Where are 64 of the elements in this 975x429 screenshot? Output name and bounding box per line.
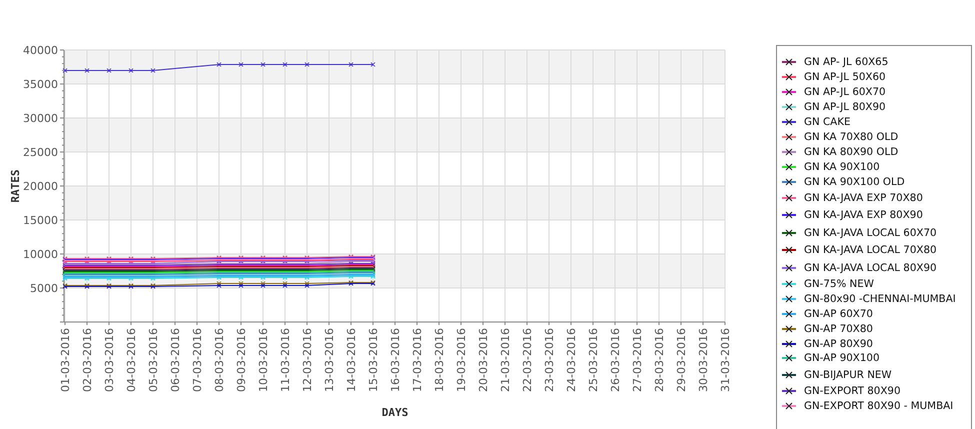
x-tick-label: 21-03-2016 — [499, 328, 512, 392]
legend-label: GN-AP 70X80 — [804, 322, 873, 335]
x-tick-label: 03-03-2016 — [103, 328, 116, 392]
x-tick-label: 25-03-2016 — [587, 328, 600, 392]
y-axis-title: RATES — [9, 169, 22, 203]
x-tick-label: 28-03-2016 — [653, 328, 666, 392]
legend-label: GN KA 70X80 OLD — [804, 130, 898, 143]
y-tick-label: 25000 — [23, 146, 58, 159]
x-tick-label: 27-03-2016 — [631, 328, 644, 392]
x-tick-label: 20-03-2016 — [477, 328, 490, 392]
y-tick-label: 15000 — [23, 214, 58, 227]
x-tick-label: 22-03-2016 — [521, 328, 534, 392]
x-tick-label: 02-03-2016 — [81, 328, 94, 392]
x-tick-label: 15-03-2016 — [367, 328, 380, 392]
x-tick-label: 31-03-2016 — [719, 328, 732, 392]
legend-label: GN KA-JAVA EXP 80X90 — [804, 209, 923, 222]
legend-label: GN-75% NEW — [804, 278, 874, 290]
y-tick-label: 20000 — [23, 180, 58, 193]
legend-label: GN KA-JAVA LOCAL 60X70 — [804, 226, 937, 239]
y-tick-label: 5000 — [30, 282, 58, 295]
x-tick-label: 18-03-2016 — [433, 328, 446, 392]
x-tick-label: 30-03-2016 — [697, 328, 710, 392]
x-tick-label: 19-03-2016 — [455, 328, 468, 392]
x-tick-label: 04-03-2016 — [125, 328, 138, 392]
legend-label: GN-AP 80X90 — [804, 338, 873, 350]
x-tick-label: 12-03-2016 — [301, 328, 314, 392]
y-tick-label: 10000 — [23, 248, 58, 261]
legend-label: GN-EXPORT 80X90 - MUMBAI — [804, 400, 954, 412]
x-tick-label: 13-03-2016 — [323, 328, 336, 392]
x-tick-label: 16-03-2016 — [389, 328, 402, 392]
legend-label: GN KA-JAVA LOCAL 80X90 — [804, 262, 937, 274]
legend-label: GN KA 90X100 OLD — [804, 176, 905, 188]
x-tick-label: 14-03-2016 — [345, 328, 358, 392]
y-tick-label: 35000 — [23, 78, 58, 91]
legend-label: GN KA-JAVA LOCAL 70X80 — [804, 244, 937, 256]
legend-label: GN AP-JL 50X60 — [804, 71, 886, 84]
legend-label: GN KA 90X100 — [804, 160, 880, 173]
x-tick-label: 26-03-2016 — [609, 328, 622, 392]
legend-label: GN-AP 60X70 — [804, 308, 873, 320]
legend-label: GN CAKE — [804, 116, 850, 128]
x-tick-label: 01-03-2016 — [59, 328, 72, 392]
x-tick-label: 29-03-2016 — [675, 328, 688, 392]
legend-label: GN-80x90 -CHENNAI-MUMBAI — [804, 292, 956, 305]
legend-label: GN-EXPORT 80X90 — [804, 384, 900, 397]
x-tick-label: 11-03-2016 — [279, 328, 292, 392]
x-tick-label: 23-03-2016 — [543, 328, 556, 392]
x-tick-label: 05-03-2016 — [147, 328, 160, 392]
legend-label: GN AP- JL 60X65 — [804, 56, 888, 68]
legend-label: GN KA 80X90 OLD — [804, 146, 898, 158]
x-tick-label: 07-03-2016 — [191, 328, 204, 392]
x-tick-label: 10-03-2016 — [257, 328, 270, 392]
x-tick-label: 24-03-2016 — [565, 328, 578, 392]
x-tick-label: 17-03-2016 — [411, 328, 424, 392]
x-tick-label: 08-03-2016 — [213, 328, 226, 392]
legend-label: GN AP-JL 60X70 — [804, 86, 886, 98]
x-axis-title: DAYS — [382, 406, 408, 419]
legend-label: GN KA-JAVA EXP 70X80 — [804, 192, 923, 204]
legend-label: GN AP-JL 80X90 — [804, 101, 886, 114]
y-tick-label: 40000 — [23, 44, 58, 57]
legend-label: GN-AP 90X100 — [804, 352, 880, 364]
legend-label: GN-BIJAPUR NEW — [804, 368, 892, 381]
x-tick-label: 06-03-2016 — [169, 328, 182, 392]
x-tick-label: 09-03-2016 — [235, 328, 248, 392]
y-tick-label: 30000 — [23, 112, 58, 125]
